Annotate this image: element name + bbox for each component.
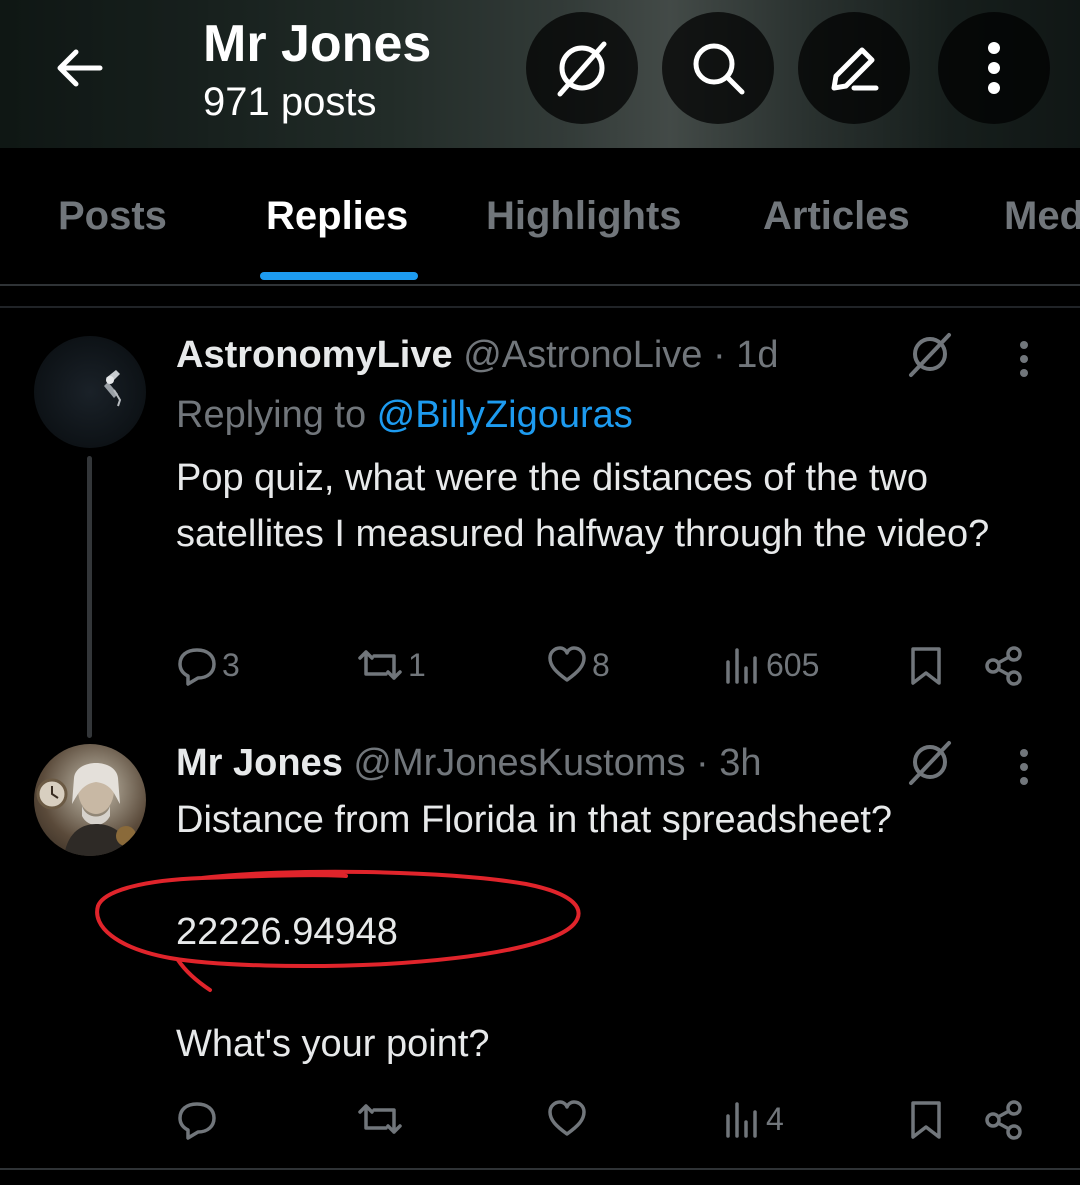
back-button[interactable] bbox=[24, 12, 136, 124]
author-name[interactable]: AstronomyLive bbox=[176, 334, 453, 376]
repost-action[interactable] bbox=[356, 1098, 404, 1140]
more-vertical-icon bbox=[1020, 749, 1028, 785]
like-action[interactable] bbox=[546, 1098, 588, 1140]
section-divider bbox=[0, 306, 1080, 308]
grok-icon bbox=[909, 333, 951, 377]
back-arrow-icon bbox=[57, 49, 103, 87]
reply-icon bbox=[178, 648, 216, 686]
views-count: 4 bbox=[766, 1100, 784, 1137]
tab-articles[interactable]: Articles bbox=[763, 148, 910, 284]
replying-label: Replying to bbox=[176, 394, 377, 436]
search-button[interactable] bbox=[662, 12, 774, 124]
views-action[interactable]: 4 bbox=[724, 1098, 784, 1140]
post-more-button[interactable] bbox=[1012, 746, 1036, 788]
share-icon bbox=[985, 646, 1022, 686]
post-divider bbox=[0, 1168, 1080, 1170]
views-icon bbox=[726, 1102, 757, 1138]
post-more-button[interactable] bbox=[1012, 338, 1036, 380]
post-count: 971 posts bbox=[203, 80, 377, 124]
reply-action[interactable] bbox=[176, 1098, 218, 1140]
repost-count: 1 bbox=[408, 646, 426, 683]
post-text: Pop quiz, what were the distances of the… bbox=[176, 457, 990, 555]
grok-icon bbox=[557, 41, 607, 97]
tab-highlights[interactable]: Highlights bbox=[486, 148, 682, 284]
profile-title-block: Mr Jones 971 posts bbox=[203, 14, 431, 126]
edit-button[interactable] bbox=[798, 12, 910, 124]
grok-post-button[interactable] bbox=[904, 736, 956, 788]
views-count: 605 bbox=[766, 646, 820, 683]
replying-handle-link[interactable]: @BillyZigouras bbox=[377, 394, 633, 436]
author-handle-time[interactable]: @AstronoLive · 1d bbox=[463, 334, 778, 376]
profile-name: Mr Jones bbox=[203, 15, 432, 73]
post-header: Mr Jones @MrJonesKustoms · 3h bbox=[176, 742, 762, 785]
edit-icon bbox=[831, 47, 879, 91]
avatar[interactable] bbox=[34, 336, 146, 448]
grok-icon bbox=[909, 741, 951, 785]
tab-replies[interactable]: Replies bbox=[266, 148, 408, 284]
heart-icon bbox=[548, 1100, 586, 1136]
more-vertical-icon bbox=[1020, 341, 1028, 377]
post-text-line1: Distance from Florida in that spreadshee… bbox=[176, 799, 893, 841]
post-text-line2: What's your point? bbox=[176, 1023, 490, 1065]
repost-icon bbox=[358, 650, 402, 680]
author-name[interactable]: Mr Jones bbox=[176, 742, 343, 784]
bookmark-icon bbox=[911, 647, 941, 685]
reply-action[interactable]: 3 bbox=[176, 644, 240, 686]
grok-post-button[interactable] bbox=[904, 328, 956, 380]
satellite-avatar-image bbox=[104, 370, 122, 407]
share-button[interactable] bbox=[982, 1098, 1026, 1142]
repost-icon bbox=[358, 1104, 402, 1134]
reply-icon bbox=[178, 1102, 216, 1140]
author-handle-time[interactable]: @MrJonesKustoms · 3h bbox=[353, 742, 761, 784]
post-header: AstronomyLive @AstronoLive · 1d bbox=[176, 334, 778, 377]
bookmark-button[interactable] bbox=[906, 644, 946, 688]
profile-tabs: Posts Replies Highlights Articles Med bbox=[0, 148, 1080, 284]
share-button[interactable] bbox=[982, 644, 1026, 688]
more-vertical-icon bbox=[988, 42, 1000, 94]
repost-action[interactable]: 1 bbox=[356, 644, 426, 686]
bookmark-icon bbox=[911, 1101, 941, 1139]
heart-icon bbox=[548, 646, 586, 682]
views-icon bbox=[726, 648, 757, 684]
tab-posts[interactable]: Posts bbox=[58, 148, 167, 284]
thread-connector bbox=[87, 456, 92, 738]
more-options-button[interactable] bbox=[938, 12, 1050, 124]
like-count: 8 bbox=[592, 646, 610, 683]
views-action[interactable]: 605 bbox=[724, 644, 819, 686]
highlighted-distance-value: 22226.94948 bbox=[176, 911, 398, 953]
reply-count: 3 bbox=[222, 646, 240, 683]
active-tab-indicator bbox=[260, 272, 418, 280]
search-icon bbox=[693, 43, 745, 95]
replying-to: Replying to @BillyZigouras bbox=[176, 394, 633, 437]
tab-media[interactable]: Med bbox=[1004, 148, 1080, 284]
share-icon bbox=[985, 1100, 1022, 1140]
profile-portrait-image bbox=[36, 763, 136, 856]
bookmark-button[interactable] bbox=[906, 1098, 946, 1142]
like-action[interactable]: 8 bbox=[546, 644, 610, 686]
tabs-divider bbox=[0, 284, 1080, 286]
grok-button[interactable] bbox=[526, 12, 638, 124]
avatar[interactable] bbox=[34, 744, 146, 856]
